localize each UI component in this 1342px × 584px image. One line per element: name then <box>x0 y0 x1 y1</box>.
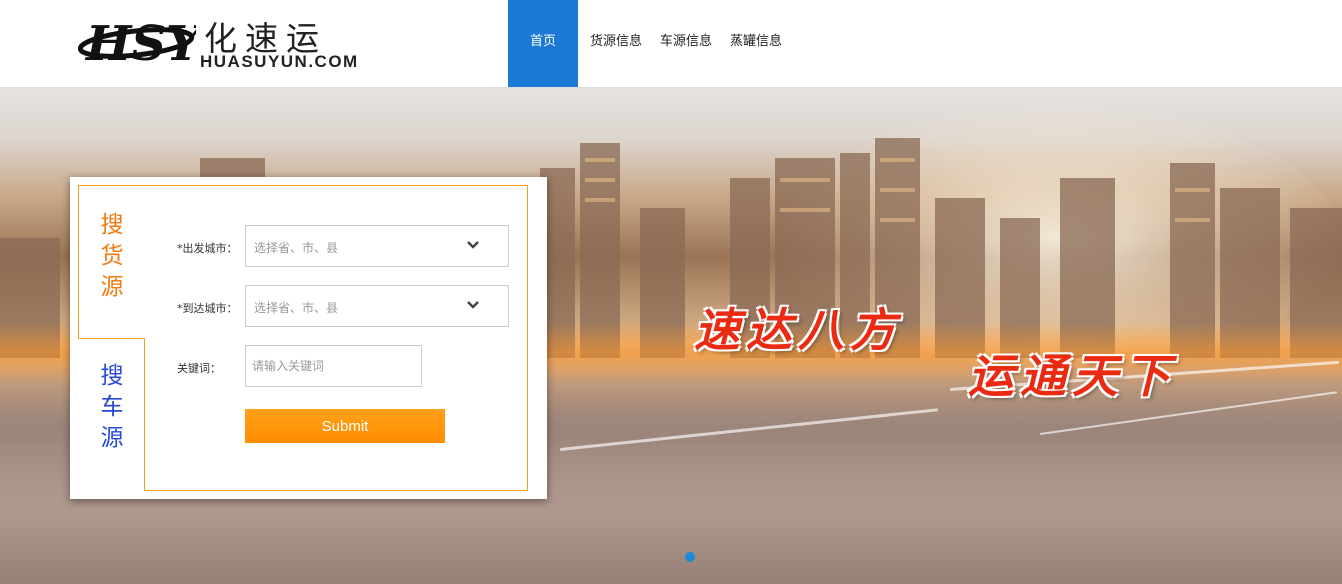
search-panel: 搜 货 源 搜 车 源 *出发城市： 选择省、市、县 *到达城市： 选择省、市、… <box>70 177 547 499</box>
destination-city-label: *到达城市： <box>177 302 238 315</box>
tab-truck-char: 车 <box>100 394 124 420</box>
site-logo[interactable]: HSY 化速运 HUASUYUN.COM <box>78 8 388 78</box>
origin-city-select[interactable]: 选择省、市、县 <box>245 225 509 267</box>
chevron-down-icon <box>467 241 479 249</box>
tab-cargo-char: 货 <box>100 243 124 269</box>
banner-slogan-line2: 运通天下 <box>968 349 1176 403</box>
destination-city-placeholder: 选择省、市、县 <box>254 301 339 315</box>
chevron-down-icon <box>467 301 479 309</box>
logo-english-name: HUASUYUN.COM <box>200 52 359 71</box>
destination-city-select[interactable]: 选择省、市、县 <box>245 285 509 327</box>
nav-cargo-info[interactable]: 货源信息 <box>581 0 651 87</box>
tab-truck-char: 源 <box>100 425 124 451</box>
tab-search-cargo[interactable]: 搜 货 源 <box>78 185 145 339</box>
banner-slogan-line1: 速达八方 <box>694 303 902 357</box>
svg-text:HSY: HSY <box>84 16 196 72</box>
tab-cargo-char: 源 <box>100 274 124 300</box>
nav-tank-info[interactable]: 蒸罐信息 <box>721 0 791 87</box>
hsy-logo-icon: HSY <box>78 16 196 72</box>
keyword-label: 关键词： <box>177 362 221 375</box>
site-header: HSY 化速运 HUASUYUN.COM 首页 货源信息 车源信息 蒸罐信息 <box>0 0 1342 88</box>
tab-cargo-char: 搜 <box>100 212 124 238</box>
slide-indicator-dot[interactable] <box>685 552 695 562</box>
origin-city-placeholder: 选择省、市、县 <box>254 241 339 255</box>
submit-button[interactable]: Submit <box>245 409 445 443</box>
keyword-input[interactable] <box>245 345 422 387</box>
nav-home[interactable]: 首页 <box>508 0 578 87</box>
main-nav: 首页 货源信息 车源信息 蒸罐信息 <box>508 0 791 87</box>
origin-city-label: *出发城市： <box>177 242 238 255</box>
nav-truck-info[interactable]: 车源信息 <box>651 0 721 87</box>
tab-search-truck[interactable]: 搜 车 源 <box>78 341 146 491</box>
tab-truck-char: 搜 <box>100 363 124 389</box>
